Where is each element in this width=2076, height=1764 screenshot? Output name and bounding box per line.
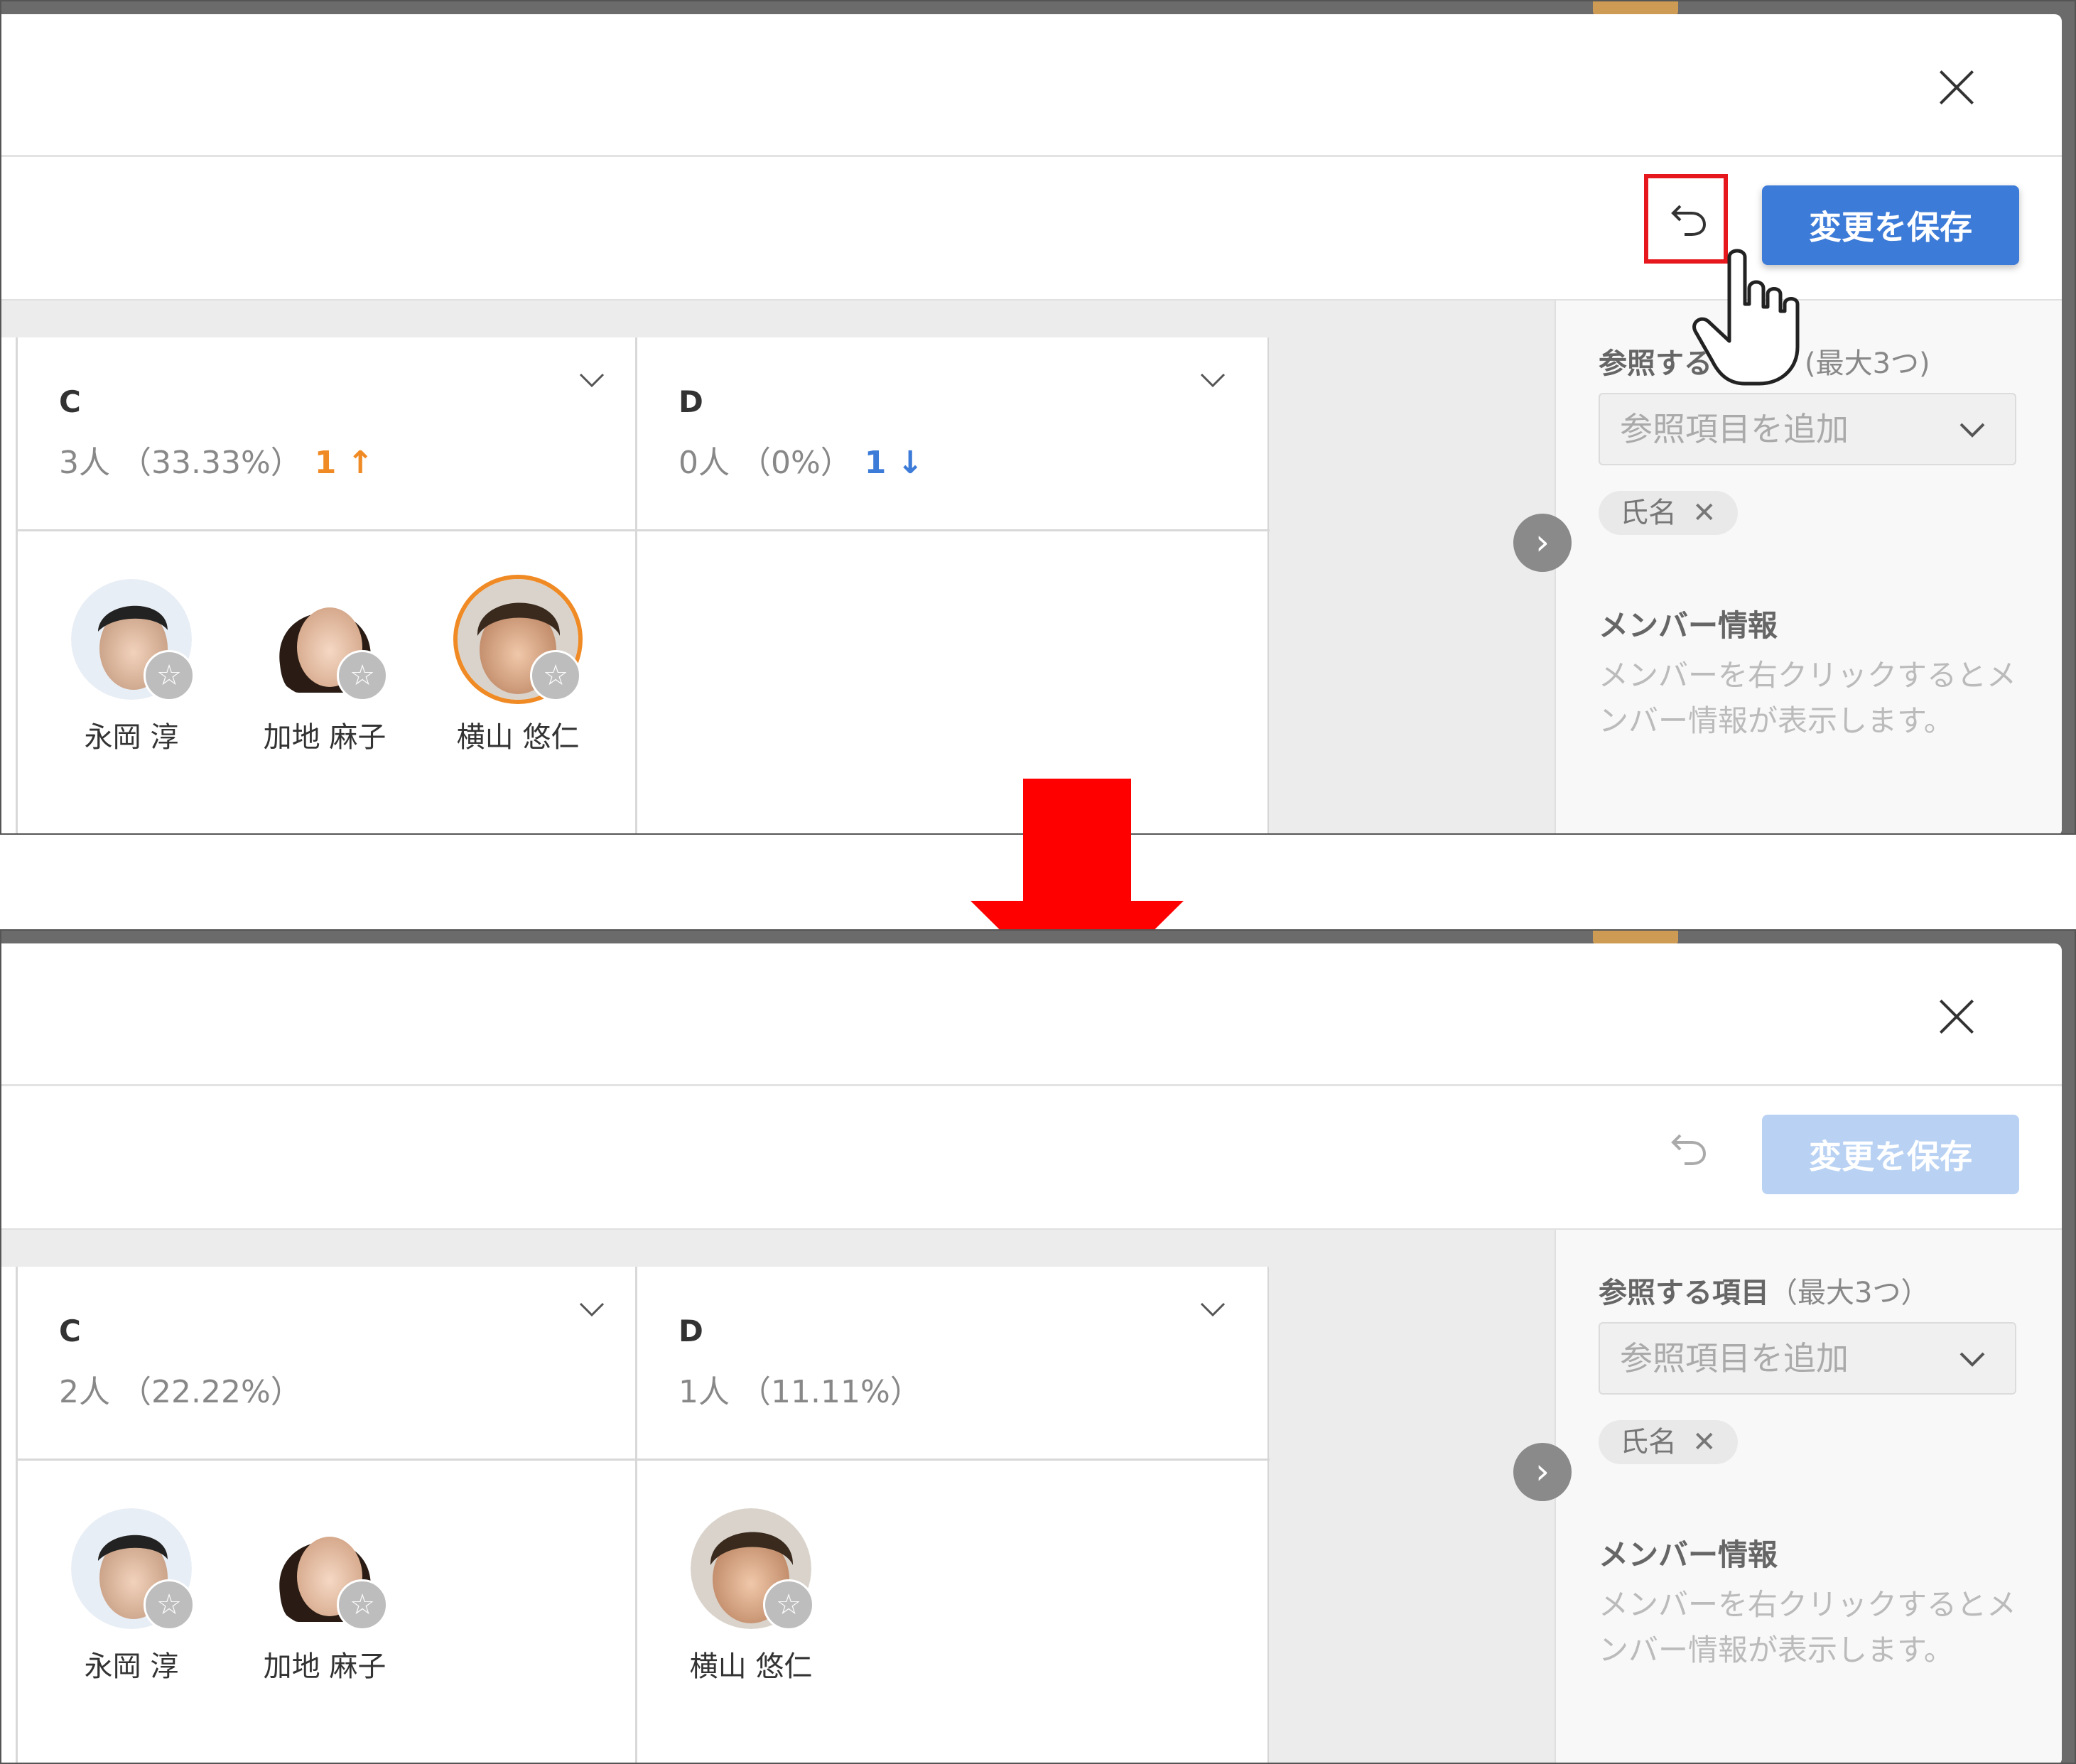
dialog-header	[1, 943, 2062, 1086]
column-name: C	[59, 384, 81, 419]
before-screenshot: 変更を保存 C 3人 （33.33%） 1 ↑ ☆ 永岡 淳 ☆ 加地 麻子 ☆…	[0, 0, 2076, 835]
content-area: C 2人 （22.22%） ☆ 永岡 淳 ☆ 加地 麻子 D 1人 （11.11…	[1, 1228, 2062, 1763]
chevron-down-icon	[1959, 423, 1985, 438]
star-icon[interactable]: ☆	[144, 1579, 195, 1630]
reference-tag: 氏名 ✕	[1599, 1420, 1738, 1464]
dialog: 変更を保存 C 3人 （33.33%） 1 ↑ ☆ 永岡 淳 ☆ 加地 麻子 ☆…	[1, 14, 2062, 833]
group-column-d: D 1人 （11.11%） ☆ 横山 悠仁	[635, 1267, 1270, 1763]
reference-label-note: (最大3つ)	[1805, 347, 1930, 380]
reference-label-main: 参照する項目	[1599, 1277, 1769, 1309]
star-icon[interactable]: ☆	[337, 650, 388, 701]
tag-remove-icon[interactable]: ✕	[1692, 1426, 1717, 1459]
group-column-c: C 2人 （22.22%） ☆ 永岡 淳 ☆ 加地 麻子	[16, 1267, 637, 1763]
member-name: 永岡 淳	[84, 721, 179, 754]
member-info-text: メンバーを右クリックするとメンバー情報が表示します。	[1599, 1587, 2017, 1667]
chevron-down-icon	[1959, 1352, 1985, 1367]
side-panel-toggle[interactable]: ›	[1513, 1443, 1572, 1501]
star-icon[interactable]: ☆	[144, 650, 195, 701]
avatar: ☆	[71, 579, 195, 701]
dialog-header	[1, 14, 2062, 157]
group-board: C 3人 （33.33%） 1 ↑ ☆ 永岡 淳 ☆ 加地 麻子 ☆ 横山 悠仁…	[1, 337, 1270, 833]
star-icon[interactable]: ☆	[337, 1579, 388, 1630]
avatar: ☆	[691, 1508, 814, 1630]
avatar-highlighted: ☆	[458, 579, 581, 701]
member-card-moved[interactable]: ☆ 横山 悠仁	[440, 579, 596, 755]
column-name: D	[679, 384, 703, 419]
reference-label-note: （最大3つ）	[1769, 1277, 1930, 1309]
close-icon[interactable]	[1935, 996, 1978, 1039]
member-card[interactable]: ☆ 永岡 淳	[53, 1508, 210, 1684]
background-decoration	[1593, 931, 1678, 945]
column-count: 0人 （0%）	[679, 445, 852, 481]
column-header: C 3人 （33.33%） 1 ↑	[18, 337, 637, 531]
select-placeholder: 参照項目を追加	[1620, 1339, 1849, 1378]
member-name: 永岡 淳	[84, 1650, 179, 1683]
dialog-toolbar: 変更を保存	[1, 1086, 2062, 1228]
column-header: D 0人 （0%） 1 ↓	[637, 337, 1270, 531]
chevron-down-icon[interactable]	[1199, 1295, 1227, 1324]
after-screenshot: 変更を保存 C 2人 （22.22%） ☆ 永岡 淳 ☆ 加地 麻子 D 1人 …	[0, 929, 2076, 1764]
column-stat: 0人 （0%） 1 ↓	[679, 437, 924, 482]
undo-icon	[1671, 1134, 1707, 1165]
select-placeholder: 参照項目を追加	[1620, 410, 1849, 448]
chevron-down-icon[interactable]	[1199, 366, 1227, 394]
column-count: 3人 （33.33%）	[59, 445, 302, 481]
member-card[interactable]: ☆ 加地 麻子	[247, 1508, 403, 1684]
member-name: 横山 悠仁	[689, 1650, 813, 1683]
column-stat: 3人 （33.33%） 1 ↑	[59, 437, 374, 482]
chevron-down-icon[interactable]	[578, 1295, 606, 1324]
avatar: ☆	[71, 1508, 195, 1630]
member-info-title: メンバー情報	[1599, 1537, 1778, 1572]
dialog: 変更を保存 C 2人 （22.22%） ☆ 永岡 淳 ☆ 加地 麻子 D 1人 …	[1, 943, 2062, 1763]
member-name: 横山 悠仁	[456, 721, 580, 754]
close-icon[interactable]	[1935, 67, 1978, 109]
column-stat: 1人 （11.11%）	[679, 1374, 921, 1410]
avatar: ☆	[264, 1508, 388, 1630]
reference-select[interactable]: 参照項目を追加	[1599, 1322, 2016, 1395]
undo-button[interactable]	[1657, 1115, 1721, 1179]
member-info-text: メンバーを右クリックするとメンバー情報が表示します。	[1599, 658, 2017, 738]
member-name: 加地 麻子	[263, 721, 386, 754]
member-card[interactable]: ☆ 永岡 淳	[53, 579, 210, 755]
member-info-title: メンバー情報	[1599, 608, 1778, 643]
side-panel: 参照する項目（最大3つ） 参照項目を追加 氏名 ✕ メンバー情報 メンバーを右クリ…	[1555, 1230, 2062, 1763]
avatar: ☆	[264, 579, 388, 701]
chevron-down-icon[interactable]	[578, 366, 606, 394]
tag-label: 氏名	[1620, 497, 1677, 529]
group-board: C 2人 （22.22%） ☆ 永岡 淳 ☆ 加地 麻子 D 1人 （11.11…	[1, 1267, 1270, 1763]
tag-label: 氏名	[1620, 1426, 1677, 1459]
hand-pointer-icon	[1692, 249, 1800, 386]
change-indicator-down: 1 ↓	[864, 445, 924, 481]
reference-tag: 氏名 ✕	[1599, 491, 1738, 535]
star-icon[interactable]: ☆	[530, 650, 581, 701]
column-name: D	[679, 1314, 703, 1348]
member-card[interactable]: ☆ 横山 悠仁	[673, 1508, 829, 1684]
group-column-d: D 0人 （0%） 1 ↓	[635, 337, 1270, 833]
column-stat: 2人 （22.22%）	[59, 1374, 302, 1410]
column-header: D 1人 （11.11%）	[637, 1267, 1270, 1461]
side-panel-toggle[interactable]: ›	[1513, 514, 1572, 572]
background-decoration	[1593, 1, 1678, 16]
star-icon[interactable]: ☆	[763, 1579, 814, 1630]
change-indicator-up: 1 ↑	[314, 445, 374, 481]
member-name: 加地 麻子	[263, 1650, 386, 1683]
member-card[interactable]: ☆ 加地 麻子	[247, 579, 403, 755]
group-column-c: C 3人 （33.33%） 1 ↑ ☆ 永岡 淳 ☆ 加地 麻子 ☆ 横山 悠仁	[16, 337, 637, 833]
reference-label: 参照する項目（最大3つ）	[1599, 1270, 1929, 1311]
save-button[interactable]: 変更を保存	[1762, 1115, 2019, 1194]
column-name: C	[59, 1314, 81, 1348]
reference-select[interactable]: 参照項目を追加	[1599, 393, 2016, 465]
tag-remove-icon[interactable]: ✕	[1692, 497, 1717, 529]
column-header: C 2人 （22.22%）	[18, 1267, 637, 1461]
